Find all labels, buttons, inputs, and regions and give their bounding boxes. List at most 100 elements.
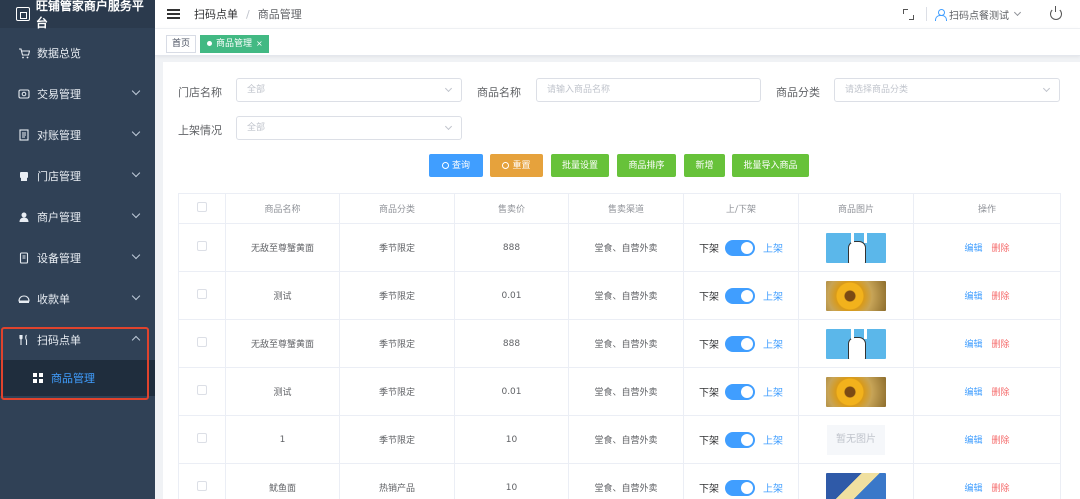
breadcrumb-item[interactable]: 扫码点单 [194,6,238,22]
table-header-row: 商品名称 商品分类 售卖价 售卖渠道 上/下架 商品图片 操作 [178,193,1061,224]
row-checkbox[interactable] [197,385,207,395]
edit-link[interactable]: 编辑 [965,388,983,398]
fullscreen-icon[interactable] [903,8,914,20]
sidebar-item-reconcile[interactable]: 对账管理 [0,114,155,155]
row-select-cell[interactable] [178,367,226,416]
product-image-cell [798,319,914,368]
row-select-cell[interactable] [178,223,226,272]
hamburger-icon[interactable] [167,9,180,19]
product-image-cell [798,367,914,416]
select-all-cell[interactable] [178,193,226,224]
column-header: 售卖渠道 [568,193,684,224]
add-button[interactable]: 新增 [684,154,725,177]
sidebar-item-stores[interactable]: 门店管理 [0,155,155,196]
product-image[interactable] [826,472,886,499]
product-image[interactable] [826,376,886,407]
edit-link[interactable]: 编辑 [965,244,983,254]
row-checkbox[interactable] [197,241,207,251]
tags-view: 首页 商品管理 × [155,28,1080,56]
edit-link[interactable]: 编辑 [965,292,983,302]
product-price-cell: 10 [454,415,569,464]
receipt-icon [18,294,30,303]
column-header: 商品分类 [339,193,455,224]
product-category-cell: 季节限定 [339,415,455,464]
status-cell: 下架 上架 [683,223,799,272]
status-switch[interactable] [725,239,755,256]
batch-set-button[interactable]: 批量设置 [551,154,609,177]
status-switch[interactable] [725,479,755,496]
product-name-cell: 测试 [225,367,340,416]
product-name-cell: 无敌至尊蟹黄面 [225,319,340,368]
chevron-down-icon[interactable] [1013,8,1022,17]
status-switch[interactable] [725,383,755,400]
delete-link[interactable]: 删除 [991,436,1009,446]
reset-button[interactable]: 重置 [490,154,543,177]
product-name-cell: 1 [225,415,340,464]
table-row: 测试 季节限定 0.01 堂食、自营外卖 下架 上架 编辑 删除 [178,271,1061,320]
sort-button[interactable]: 商品排序 [617,154,676,177]
sidebar-item-transactions[interactable]: 交易管理 [0,73,155,114]
table-row: 1 季节限定 10 堂食、自营外卖 下架 上架 暂无图片 编辑 删除 [178,415,1061,464]
tag-products[interactable]: 商品管理 × [200,35,269,53]
sidebar-item-label: 收款单 [37,292,70,306]
status-switch[interactable] [725,431,755,448]
delete-link[interactable]: 删除 [991,340,1009,350]
sidebar-item-label: 门店管理 [37,169,81,183]
product-category-cell: 热销产品 [339,463,455,499]
status-select[interactable]: 全部 [236,116,462,140]
batch-import-button[interactable]: 批量导入商品 [732,154,809,177]
product-category-cell: 季节限定 [339,271,455,320]
row-select-cell[interactable] [178,415,226,464]
device-icon [19,251,29,264]
row-checkbox[interactable] [197,433,207,443]
product-image-cell: 暂无图片 [798,415,914,464]
product-image[interactable] [826,328,886,359]
edit-link[interactable]: 编辑 [965,340,983,350]
row-checkbox[interactable] [197,337,207,347]
sidebar-item-receipts[interactable]: 收款单 [0,278,155,319]
category-select[interactable]: 请选择商品分类 [834,78,1060,102]
reset-button-label: 重置 [512,160,531,170]
sidebar-item-devices[interactable]: 设备管理 [0,237,155,278]
query-button[interactable]: 查询 [429,154,483,177]
category-label: 商品分类 [776,86,820,99]
delete-link[interactable]: 删除 [991,244,1009,254]
product-image[interactable] [826,232,886,263]
user-name[interactable]: 扫码点餐测试 [949,7,1009,22]
row-select-cell[interactable] [178,271,226,320]
row-checkbox[interactable] [197,481,207,491]
product-category-cell: 季节限定 [339,319,455,368]
product-name-input[interactable] [536,78,761,102]
product-image[interactable] [826,280,886,311]
row-select-cell[interactable] [178,319,226,368]
toggle-off-label: 下架 [699,484,719,495]
product-image-cell [798,271,914,320]
toggle-on-label: 上架 [763,244,783,255]
tag-home[interactable]: 首页 [166,35,197,53]
product-name-cell: 测试 [225,271,340,320]
delete-link[interactable]: 删除 [991,484,1009,494]
delete-link[interactable]: 删除 [991,292,1009,302]
sidebar: 旺铺管家商户服务平台 数据总览 交易管理 对账管理 门店管理 商户管理 设备管理… [0,0,155,499]
status-switch[interactable] [725,287,755,304]
sidebar-item-merchants[interactable]: 商户管理 [0,196,155,237]
row-checkbox[interactable] [197,289,207,299]
toggle-on-label: 上架 [763,388,783,399]
close-icon[interactable]: × [256,39,263,48]
row-select-cell[interactable] [178,463,226,499]
top-header: 扫码点单 / 商品管理 扫码点餐测试 [155,0,1080,28]
delete-link[interactable]: 删除 [991,388,1009,398]
cart-icon [19,47,30,58]
table-row: 鱿鱼面 热销产品 10 堂食、自营外卖 下架 上架 编辑 删除 [178,463,1061,499]
select-all-checkbox[interactable] [197,202,207,212]
chevron-down-icon [131,291,141,301]
status-switch[interactable] [725,335,755,352]
store-select[interactable]: 全部 [236,78,462,102]
status-cell: 下架 上架 [683,463,799,499]
toggle-off-label: 下架 [699,436,719,447]
product-price-cell: 888 [454,319,569,368]
edit-link[interactable]: 编辑 [965,436,983,446]
sidebar-item-overview[interactable]: 数据总览 [0,32,155,73]
edit-link[interactable]: 编辑 [965,484,983,494]
power-icon[interactable] [1050,6,1062,20]
